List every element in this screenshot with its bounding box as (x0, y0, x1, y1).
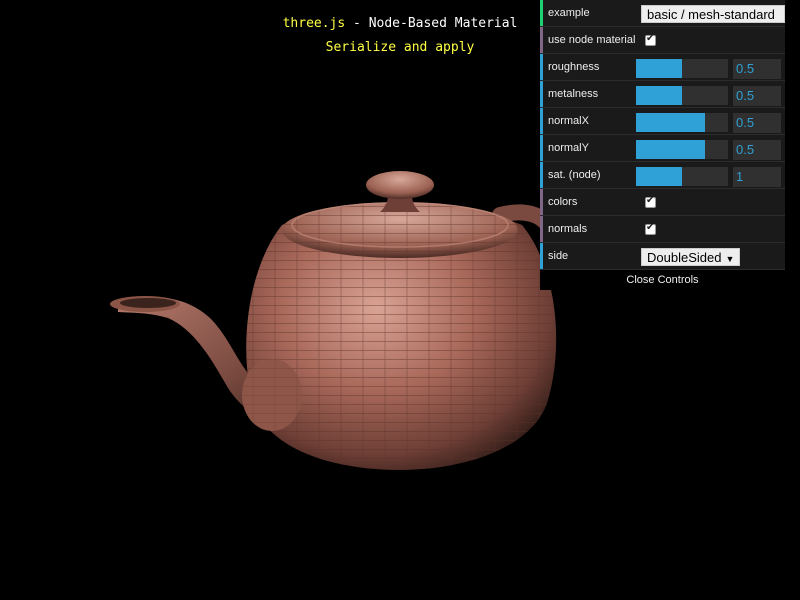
normaly-slider[interactable] (636, 140, 728, 159)
gui-row-normalx: normalX 0.5 (540, 108, 785, 135)
colors-checkbox[interactable] (645, 195, 656, 208)
colors-label: colors (548, 196, 578, 208)
gui-row-normaly: normalY 0.5 (540, 135, 785, 162)
metalness-input[interactable]: 0.5 (733, 86, 781, 106)
gui-row-use-node-material: use node material (540, 27, 785, 54)
side-label: side (548, 250, 569, 262)
metalness-label: metalness (548, 88, 599, 100)
sat-node-slider[interactable] (636, 167, 728, 186)
normaly-label: normalY (548, 142, 589, 154)
gui-row-side: side DoubleSided ▼ (540, 243, 785, 270)
use-node-material-label: use node material (548, 34, 636, 46)
normaly-slider-fill (636, 140, 705, 159)
chevron-down-icon: ▼ (725, 254, 735, 264)
roughness-input[interactable]: 0.5 (733, 59, 781, 79)
metalness-slider-fill (636, 86, 682, 105)
gui-row-metalness: metalness 0.5 (540, 81, 785, 108)
sat-node-label: sat. (node) (548, 169, 601, 181)
row-accent-bar (540, 0, 543, 26)
header-title: - Node-Based Material (345, 16, 518, 31)
side-select-value: DoubleSided (647, 250, 722, 265)
roughness-slider-fill (636, 59, 682, 78)
normals-checkbox[interactable] (645, 222, 656, 235)
normalx-slider[interactable] (636, 113, 728, 132)
use-node-material-checkbox[interactable] (645, 33, 656, 46)
gui-row-colors: colors (540, 189, 785, 216)
gui-row-sat-node: sat. (node) 1 (540, 162, 785, 189)
row-accent-bar (540, 108, 543, 134)
gui-panel: example basic / mesh-standard use node m… (540, 0, 785, 290)
row-accent-bar (540, 189, 543, 215)
row-accent-bar (540, 27, 543, 53)
normalx-slider-fill (636, 113, 705, 132)
gui-row-example: example basic / mesh-standard (540, 0, 785, 27)
row-accent-bar (540, 54, 543, 80)
row-accent-bar (540, 243, 543, 269)
side-select[interactable]: DoubleSided ▼ (641, 248, 741, 266)
roughness-slider[interactable] (636, 59, 728, 78)
normalx-label: normalX (548, 115, 589, 127)
row-accent-bar (540, 216, 543, 242)
example-label: example (548, 7, 590, 19)
normals-label: normals (548, 223, 588, 235)
sat-node-slider-fill (636, 167, 682, 186)
normalx-input[interactable]: 0.5 (733, 113, 781, 133)
normaly-input[interactable]: 0.5 (733, 140, 781, 160)
row-accent-bar (540, 81, 543, 107)
row-accent-bar (540, 162, 543, 188)
gui-row-normals: normals (540, 216, 785, 243)
metalness-slider[interactable] (636, 86, 728, 105)
example-select-value: basic / mesh-standard (647, 7, 775, 22)
gui-row-roughness: roughness 0.5 (540, 54, 785, 81)
row-accent-bar (540, 135, 543, 161)
example-select[interactable]: basic / mesh-standard (641, 5, 785, 23)
threejs-link[interactable]: three.js (283, 16, 346, 31)
close-controls-button[interactable]: Close Controls (540, 270, 785, 290)
sat-node-input[interactable]: 1 (733, 167, 781, 187)
roughness-label: roughness (548, 61, 600, 73)
